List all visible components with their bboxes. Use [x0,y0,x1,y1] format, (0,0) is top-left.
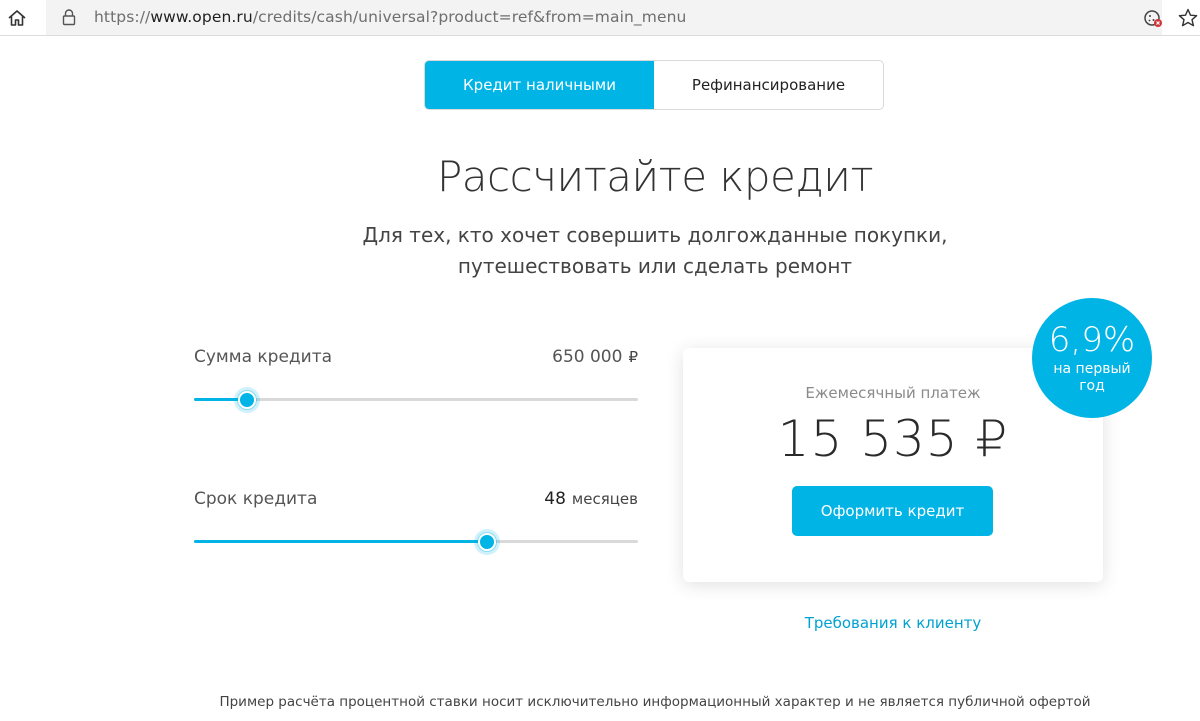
apply-credit-button[interactable]: Оформить кредит [792,486,993,536]
amount-slider-track[interactable] [194,387,638,413]
browser-address-bar: https://www.open.ru/credits/cash/univers… [0,0,1200,36]
tab-cash-credit[interactable]: Кредит наличными [425,61,654,109]
url-prefix: https:// [94,8,151,26]
amount-slider-knob[interactable] [238,391,257,409]
client-requirements-link[interactable]: Требования к клиенту [683,614,1103,632]
amount-label: Сумма кредита [194,347,333,367]
term-value-unit: месяцев [571,490,638,508]
home-icon[interactable] [6,7,28,29]
term-value: 48 месяцев [544,489,638,509]
amount-value-unit: ₽ [628,348,638,366]
favorites-star-icon[interactable] [1177,7,1199,29]
url-text: https://www.open.ru/credits/cash/univers… [94,8,686,26]
url-host: www.open.ru [150,8,253,26]
term-slider-knob[interactable] [478,533,497,551]
lock-icon [62,8,76,26]
amount-value: 650 000 ₽ [552,347,638,367]
term-slider-handle[interactable] [474,529,501,555]
term-value-number: 48 [544,489,566,509]
url-field[interactable]: https://www.open.ru/credits/cash/univers… [46,0,1162,35]
tracking-prevention-icon[interactable] [1142,7,1164,29]
url-path: /credits/cash/universal?product=ref&from… [252,8,687,26]
tab-refinancing[interactable]: Рефинансирование [654,61,883,109]
product-tabs: Кредит наличными Рефинансирование [424,60,884,110]
page-title: Рассчитайте кредит [436,152,874,201]
monthly-payment-value: 15 535 ₽ [777,410,1009,468]
amount-slider-handle[interactable] [234,387,261,413]
rate-badge: 6,9% на первый год [1032,298,1152,418]
amount-value-number: 650 000 [552,347,623,367]
subtitle-line-2: путешествовать или сделать ремонт [457,254,853,278]
subtitle-line-1: Для тех, кто хочет совершить долгожданны… [362,223,948,247]
term-slider-block: Срок кредита 48 месяцев [194,489,638,559]
term-slider-track[interactable] [194,529,638,555]
amount-slider-block: Сумма кредита 650 000 ₽ [194,347,638,417]
rate-value: 6,9% [1048,320,1136,360]
term-label: Срок кредита [194,489,318,509]
term-slider-fill [194,540,488,543]
page-subtitle: Для тех, кто хочет совершить долгожданны… [0,220,1200,282]
rate-note: на первый год [1053,361,1131,394]
disclaimer-text: Пример расчёта процентной ставки носит и… [219,694,1091,710]
